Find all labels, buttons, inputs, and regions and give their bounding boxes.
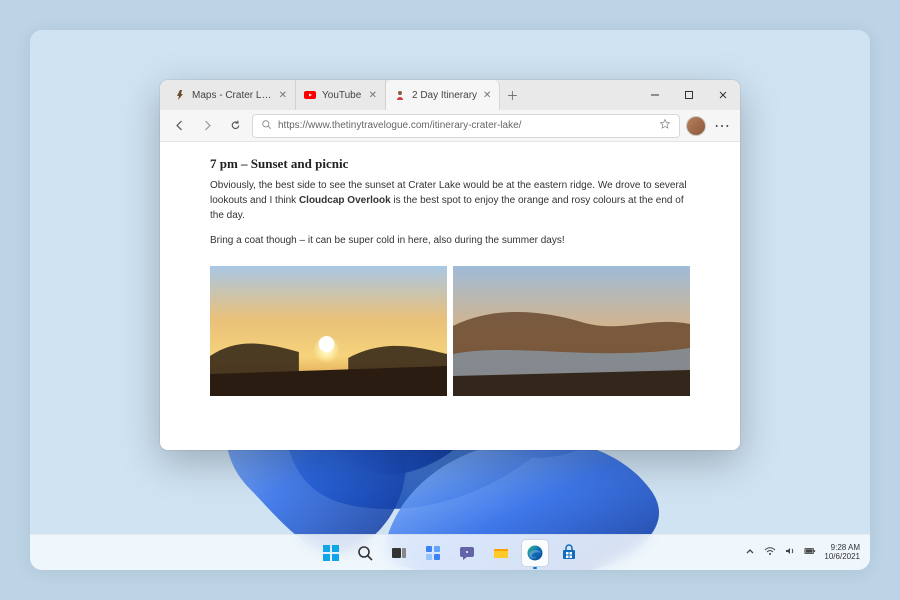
image-row [210,266,690,396]
tab-maps[interactable]: Maps - Crater Lake ✕ [166,80,296,110]
tab-label: 2 Day Itinerary [412,90,477,101]
maximize-button[interactable] [672,80,706,110]
close-window-button[interactable] [706,80,740,110]
taskbar: 9:28 AM 10/6/2021 [30,534,870,570]
text-bold: Cloudcap Overlook [299,195,391,206]
address-bar[interactable]: https://www.thetinytravelogue.com/itiner… [252,114,680,138]
taskbar-center [318,540,582,566]
wifi-icon[interactable] [764,544,776,562]
desktop: Maps - Crater Lake ✕ YouTube ✕ 2 Day Iti… [30,30,870,570]
tab-label: Maps - Crater Lake [192,90,273,101]
url-text: https://www.thetinytravelogue.com/itiner… [278,120,653,131]
new-tab-button[interactable]: ＋ [500,80,524,110]
tab-strip: Maps - Crater Lake ✕ YouTube ✕ 2 Day Iti… [160,80,638,110]
sunset-photo-1 [210,266,447,396]
favorite-icon[interactable] [659,117,671,135]
paragraph-1: Obviously, the best side to see the suns… [210,178,690,223]
tab-label: YouTube [322,90,363,101]
edge-button[interactable] [522,540,548,566]
search-icon [261,117,272,135]
clock[interactable]: 9:28 AM 10/6/2021 [824,544,860,562]
task-view-button[interactable] [386,540,412,566]
sunset-photo-2 [453,266,690,396]
chat-button[interactable] [454,540,480,566]
refresh-button[interactable] [224,115,246,137]
volume-icon[interactable] [784,544,796,562]
paragraph-2: Bring a coat though – it can be super co… [210,233,690,248]
page-content[interactable]: 7 pm – Sunset and picnic Obviously, the … [160,142,740,450]
browser-window: Maps - Crater Lake ✕ YouTube ✕ 2 Day Iti… [160,80,740,450]
battery-icon[interactable] [804,544,816,562]
date-text: 10/6/2021 [824,553,860,562]
system-tray[interactable]: 9:28 AM 10/6/2021 [744,544,860,562]
more-menu-button[interactable]: ⋯ [712,116,732,136]
tab-itinerary[interactable]: 2 Day Itinerary ✕ [386,80,500,110]
widgets-button[interactable] [420,540,446,566]
site-icon [394,89,406,101]
minimize-button[interactable] [638,80,672,110]
close-icon[interactable]: ✕ [279,90,287,101]
tab-youtube[interactable]: YouTube ✕ [296,80,386,110]
browser-toolbar: https://www.thetinytravelogue.com/itiner… [160,110,740,142]
section-heading: 7 pm – Sunset and picnic [210,156,690,172]
start-button[interactable] [318,540,344,566]
nps-icon [174,89,186,101]
search-button[interactable] [352,540,378,566]
chevron-up-icon[interactable] [744,544,756,562]
profile-avatar[interactable] [686,116,706,136]
forward-button[interactable] [196,115,218,137]
window-controls [638,80,740,110]
store-button[interactable] [556,540,582,566]
title-bar[interactable]: Maps - Crater Lake ✕ YouTube ✕ 2 Day Iti… [160,80,740,110]
youtube-icon [304,89,316,101]
file-explorer-button[interactable] [488,540,514,566]
close-icon[interactable]: ✕ [483,90,491,101]
back-button[interactable] [168,115,190,137]
close-icon[interactable]: ✕ [369,90,377,101]
